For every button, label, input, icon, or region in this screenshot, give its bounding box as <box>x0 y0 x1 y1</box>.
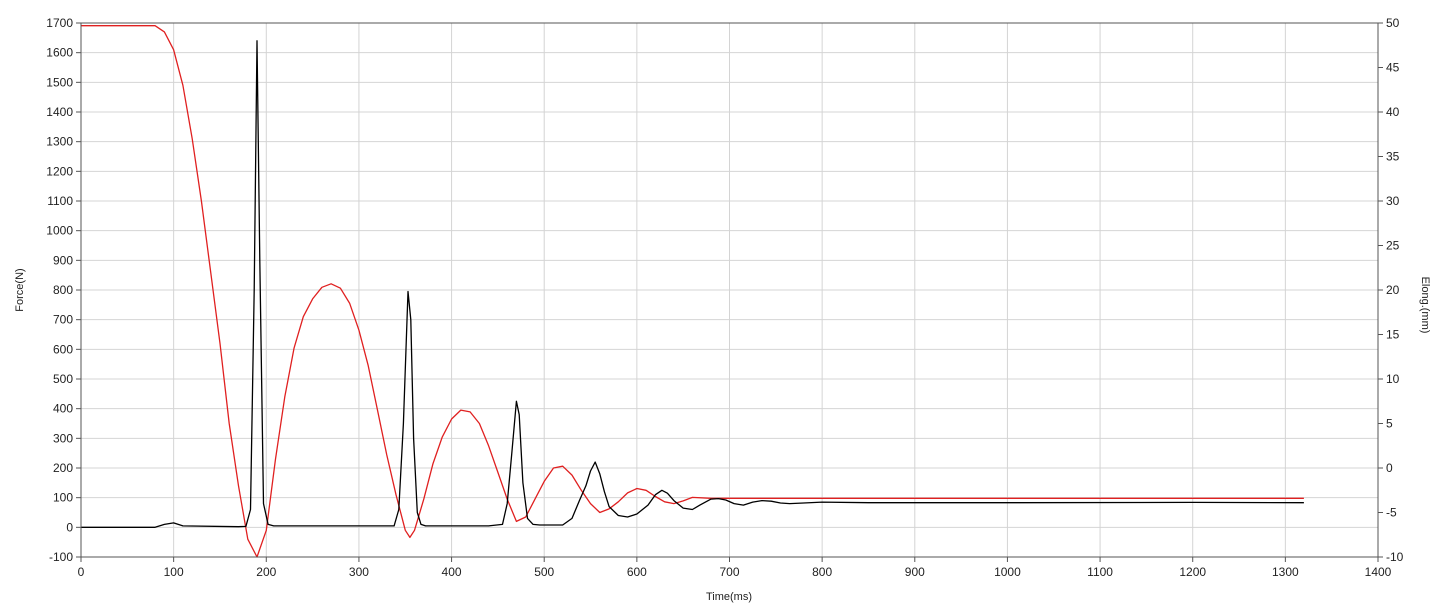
y-left-tick-label: 1200 <box>46 164 73 178</box>
y-right-axis-ticks: -10 -5 0 5 10 15 20 25 30 35 40 45 50 <box>1378 16 1404 564</box>
y-right-tick-label: 50 <box>1386 16 1400 30</box>
x-tick-label: 1200 <box>1179 565 1206 579</box>
y-left-tick-label: 300 <box>53 431 73 445</box>
x-tick-label: 0 <box>78 565 85 579</box>
y-right-tick-label: 30 <box>1386 194 1400 208</box>
x-tick-label: 400 <box>442 565 462 579</box>
y-right-tick-label: 20 <box>1386 283 1400 297</box>
y-left-tick-label: 600 <box>53 342 73 356</box>
y-right-tick-label: -5 <box>1386 506 1397 520</box>
x-tick-label: 1100 <box>1087 565 1113 579</box>
x-tick-label: 800 <box>812 565 832 579</box>
y-left-tick-label: 1500 <box>46 75 73 89</box>
y-right-tick-label: 40 <box>1386 105 1400 119</box>
y-left-tick-label: 1300 <box>46 135 73 149</box>
y-right-tick-label: 15 <box>1386 328 1400 342</box>
y-left-tick-label: 1400 <box>46 105 73 119</box>
y-right-tick-label: 25 <box>1386 239 1400 253</box>
y-left-tick-label: 500 <box>53 372 73 386</box>
x-tick-label: 200 <box>256 565 276 579</box>
grid <box>81 23 1378 557</box>
x-tick-label: 500 <box>534 565 554 579</box>
x-tick-label: 600 <box>627 565 647 579</box>
y-right-tick-label: 0 <box>1386 461 1393 475</box>
force-elongation-chart: 0 100 200 300 400 500 600 700 800 900 1000 1100 1200… <box>14 16 1431 603</box>
y-left-tick-label: 200 <box>53 461 73 475</box>
force-series-line <box>81 40 1304 528</box>
y-left-tick-label: 1000 <box>46 224 73 238</box>
x-tick-label: 1000 <box>994 565 1021 579</box>
y-left-tick-label: 900 <box>53 253 73 267</box>
y-left-tick-label: 1600 <box>46 46 73 60</box>
y-left-axis-ticks: -100 0 100 200 300 400 500 600 700 800 900 1000 1100… <box>46 16 81 564</box>
y-left-tick-label: 700 <box>53 313 73 327</box>
y-left-tick-label: 0 <box>66 520 73 534</box>
x-tick-label: 100 <box>164 565 184 579</box>
y-left-tick-label: 1700 <box>46 16 73 30</box>
chart-area: 0 100 200 300 400 500 600 700 800 900 1000 1100 1200… <box>0 0 1445 608</box>
y-left-tick-label: 400 <box>53 402 73 416</box>
y-left-tick-label: 100 <box>53 491 73 505</box>
x-tick-label: 300 <box>349 565 369 579</box>
x-tick-label: 700 <box>719 565 739 579</box>
y-left-tick-label: 800 <box>53 283 73 297</box>
y-left-axis-label: Force(N) <box>14 268 26 311</box>
x-tick-label: 1400 <box>1365 565 1392 579</box>
y-right-tick-label: 35 <box>1386 150 1400 164</box>
x-axis-label: Time(ms) <box>706 591 752 603</box>
y-right-axis-label: Elong.(mm) <box>1419 277 1431 334</box>
y-right-tick-label: 10 <box>1386 372 1400 386</box>
series-layer <box>81 25 1304 558</box>
y-right-tick-label: 5 <box>1386 417 1393 431</box>
y-right-tick-label: 45 <box>1386 61 1400 75</box>
x-tick-label: 1300 <box>1272 565 1299 579</box>
y-left-tick-label: 1100 <box>47 194 73 208</box>
elongation-series-line <box>81 25 1304 558</box>
x-axis-ticks: 0 100 200 300 400 500 600 700 800 900 1000 1100 1200… <box>78 557 1392 579</box>
x-tick-label: 900 <box>905 565 925 579</box>
y-left-tick-label: -100 <box>49 550 73 564</box>
y-right-tick-label: -10 <box>1386 550 1404 564</box>
